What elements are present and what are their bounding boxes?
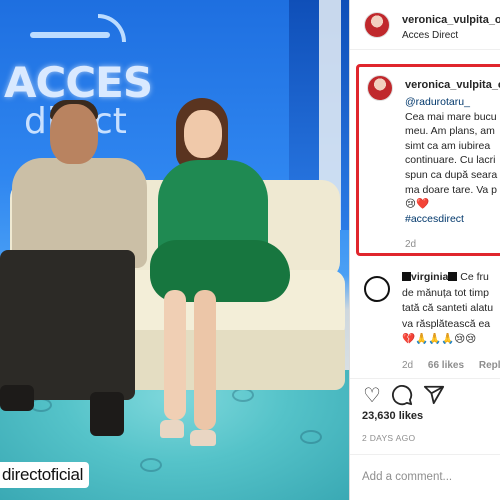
man-head [50, 104, 98, 164]
share-icon[interactable] [422, 383, 446, 407]
comment-item: virginia Ce fru de mănuța tot timp tată … [350, 266, 500, 376]
man-shoe [90, 392, 124, 436]
caption-text: @radurotaru_ Cea mai mare bucu meu. Am p… [405, 95, 500, 226]
comment-meta: 2d 66 likes Reply [402, 360, 500, 371]
caption-line: meu. Am plans, am [405, 125, 495, 138]
comment-input[interactable] [362, 467, 497, 487]
caption-timestamp[interactable]: 2d [405, 239, 416, 250]
posted-time[interactable]: 2 DAYS AGO [362, 433, 415, 443]
comment-line: va răsplătească ea [402, 317, 491, 330]
reply-button[interactable]: Reply [479, 360, 500, 371]
man-pants [0, 250, 135, 400]
likes-count[interactable]: 23,630 likes [362, 410, 423, 422]
woman-shoe [190, 430, 216, 446]
caption-emojis: 😢❤️ [405, 198, 430, 211]
post-header: veronica_vulpita_official Acces Direct [350, 0, 500, 50]
caption-highlight: veronica_vulpita_o @radurotaru_ Cea mai … [356, 64, 500, 256]
author-username[interactable]: veronica_vulpita_official [402, 14, 500, 26]
caption-hashtag[interactable]: #accesdirect [405, 212, 500, 227]
comment-emojis: 💔🙏🙏🙏😢😢 [402, 333, 477, 345]
action-bar: ♡ [350, 378, 500, 408]
woman-leg [164, 290, 186, 420]
heart-icon[interactable]: ♡ [360, 383, 384, 407]
comment-icon[interactable] [390, 383, 414, 407]
redacted-block [448, 272, 458, 281]
caption-avatar[interactable] [367, 75, 393, 101]
woman-shoe [160, 420, 184, 438]
add-comment-bar [350, 454, 500, 500]
post-photo[interactable]: ACCES direct directoficial [0, 0, 349, 500]
comment-timestamp[interactable]: 2d [402, 360, 413, 371]
comment-text: virginia Ce fru de mănuța tot timp tată … [402, 270, 493, 348]
comment-line: Ce fru [460, 271, 489, 283]
photo-watermark: directoficial [0, 462, 90, 488]
comment-line: de mănuța tot timp [402, 286, 489, 299]
comment-likes[interactable]: 66 likes [428, 360, 464, 371]
caption-mention[interactable]: @radurotaru_ [405, 95, 500, 110]
man-shoe-left [0, 385, 34, 411]
caption-line: continuare. Cu lacri [405, 154, 496, 167]
commenter-avatar[interactable] [364, 276, 390, 302]
post-location[interactable]: Acces Direct [402, 30, 458, 41]
woman-leg [194, 290, 216, 430]
author-avatar[interactable] [364, 12, 390, 38]
caption-line: simt ca am iubirea [405, 139, 491, 152]
caption-line: spun ca după seara [405, 168, 498, 181]
commenter-username[interactable]: virginia [411, 271, 448, 283]
caption-username[interactable]: veronica_vulpita_o [405, 79, 500, 91]
caption-line: Cea mai mare bucu [405, 110, 497, 123]
comment-line: tată că santeti alatu [402, 302, 494, 314]
caption-line: ma doare tare. Va p [405, 183, 498, 196]
redacted-block [402, 272, 411, 281]
post-sidebar: veronica_vulpita_official Acces Direct v… [349, 0, 500, 500]
woman-head [184, 110, 222, 158]
